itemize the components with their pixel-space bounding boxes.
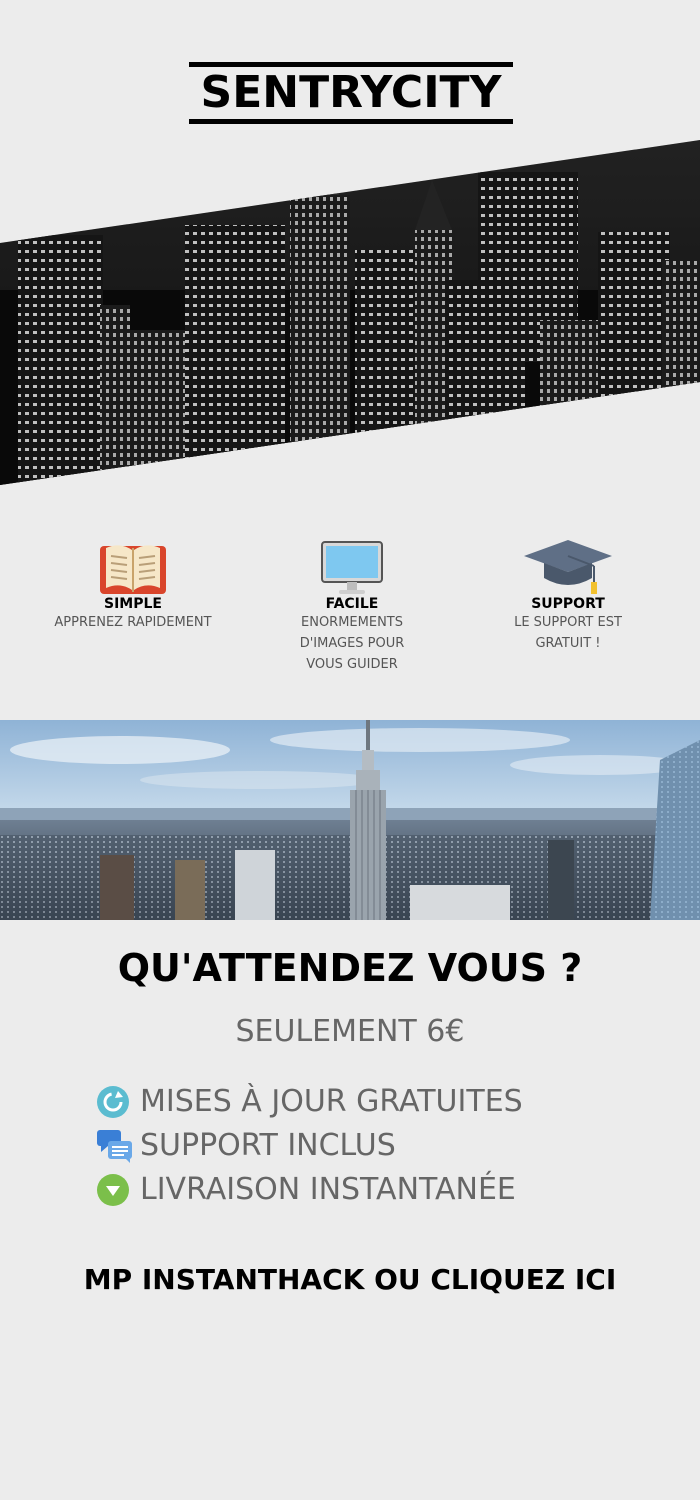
- chat-bubbles-icon: [96, 1127, 134, 1165]
- feature-title: FACILE: [325, 596, 379, 612]
- day-skyline-banner: [0, 720, 700, 920]
- feature-description: LE SUPPORT EST GRATUIT !: [514, 615, 622, 651]
- perks-list: MISES À JOUR GRATUITES SUPPORT INCLUS LI…: [96, 1080, 656, 1212]
- graduation-cap-icon: [468, 530, 668, 596]
- monitor-icon: [252, 530, 452, 596]
- feature-title: SIMPLE: [104, 596, 162, 612]
- feature-support: SUPPORT LE SUPPORT EST GRATUIT !: [468, 530, 668, 654]
- perk-label: MISES À JOUR GRATUITES: [140, 1084, 523, 1119]
- features-section: SIMPLE APPRENEZ RAPIDEMENT FACILE ENORME…: [0, 530, 700, 700]
- night-skyline-banner: [0, 140, 700, 485]
- book-icon: [33, 530, 233, 596]
- price-text: SEULEMENT 6€: [235, 1014, 465, 1049]
- feature-description: ENORMEMENTS D'IMAGES POUR VOUS GUIDER: [299, 615, 405, 672]
- cta-link[interactable]: MP INSTANTHACK OU CLIQUEZ ICI: [0, 1258, 700, 1302]
- feature-facile: FACILE ENORMEMENTS D'IMAGES POUR VOUS GU…: [252, 530, 452, 675]
- headline: QU'ATTENDEZ VOUS ?: [117, 946, 583, 990]
- brand-logo: SENTRYCITY: [189, 62, 513, 124]
- feature-description: APPRENEZ RAPIDEMENT: [54, 615, 212, 630]
- perk-item: MISES À JOUR GRATUITES: [96, 1080, 656, 1124]
- feature-simple: SIMPLE APPRENEZ RAPIDEMENT: [33, 530, 233, 633]
- perk-item: SUPPORT INCLUS: [96, 1124, 656, 1168]
- feature-title: SUPPORT: [531, 596, 605, 612]
- perk-label: SUPPORT INCLUS: [140, 1128, 396, 1163]
- perk-item: LIVRAISON INSTANTANÉE: [96, 1168, 656, 1212]
- refresh-icon: [96, 1083, 134, 1121]
- perk-label: LIVRAISON INSTANTANÉE: [140, 1172, 516, 1207]
- download-arrow-icon: [96, 1171, 134, 1209]
